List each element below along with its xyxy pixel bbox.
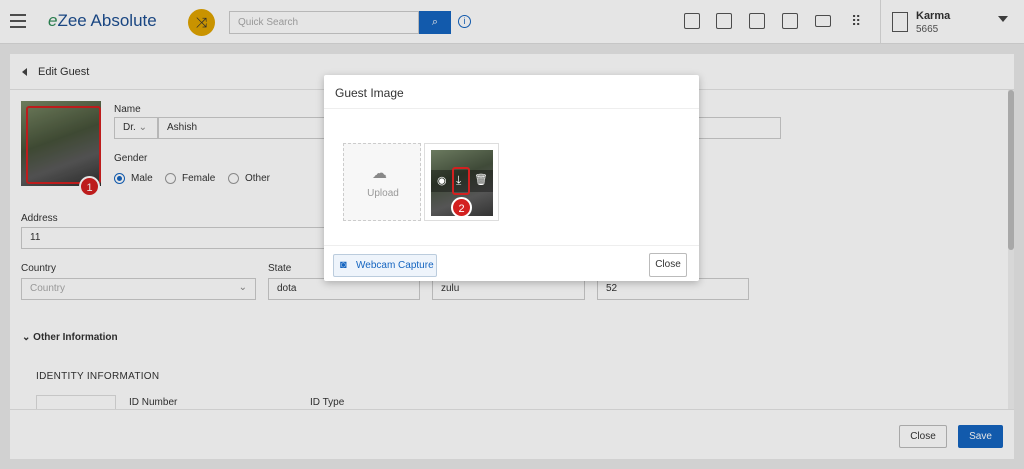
guest-image-modal: Guest Image ☁ Upload ◉ ⤓ 🗑 2 ◙ Webcam Ca… [324,75,699,281]
eye-icon[interactable]: ◉ [437,174,447,187]
highlight-box [452,167,470,195]
modal-header: Guest Image [324,75,699,109]
upload-dropzone[interactable]: ☁ Upload [343,143,421,221]
webcam-capture-button[interactable]: ◙ Webcam Capture [333,254,437,277]
modal-close-button[interactable]: Close [649,253,687,277]
trash-icon[interactable]: 🗑 [474,173,488,186]
camera-icon: ◙ [340,259,347,271]
modal-title: Guest Image [335,86,404,100]
modal-footer: ◙ Webcam Capture Close [324,245,699,281]
cloud-upload-icon: ☁ [372,165,387,182]
upload-label: Upload [367,188,399,199]
step-marker-2: 2 [451,197,472,218]
webcam-label: Webcam Capture [356,260,434,271]
